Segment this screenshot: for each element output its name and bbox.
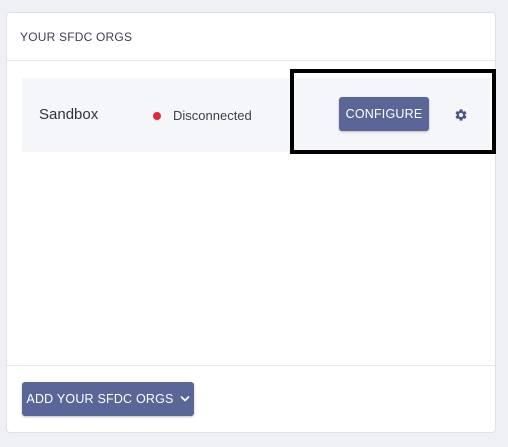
configure-button[interactable]: CONFIGURE: [339, 97, 429, 131]
add-sfdc-orgs-label: ADD YOUR SFDC ORGS: [26, 392, 174, 406]
chevron-down-icon: [180, 396, 189, 402]
add-sfdc-orgs-button[interactable]: ADD YOUR SFDC ORGS: [22, 382, 194, 416]
status-indicator: Disconnected: [153, 108, 252, 123]
panel-title: YOUR SFDC ORGS: [20, 29, 133, 44]
status-dot: [153, 111, 161, 120]
status-text: Disconnected: [173, 108, 252, 123]
sfdc-orgs-panel: YOUR SFDC ORGS Sandbox Disconnected CONF…: [6, 12, 496, 433]
org-row: Sandbox Disconnected CONFIGURE: [22, 78, 490, 152]
gear-icon[interactable]: [454, 108, 468, 122]
panel-header: YOUR SFDC ORGS: [7, 13, 495, 61]
panel-footer: ADD YOUR SFDC ORGS: [7, 365, 495, 432]
org-name: Sandbox: [39, 106, 99, 123]
